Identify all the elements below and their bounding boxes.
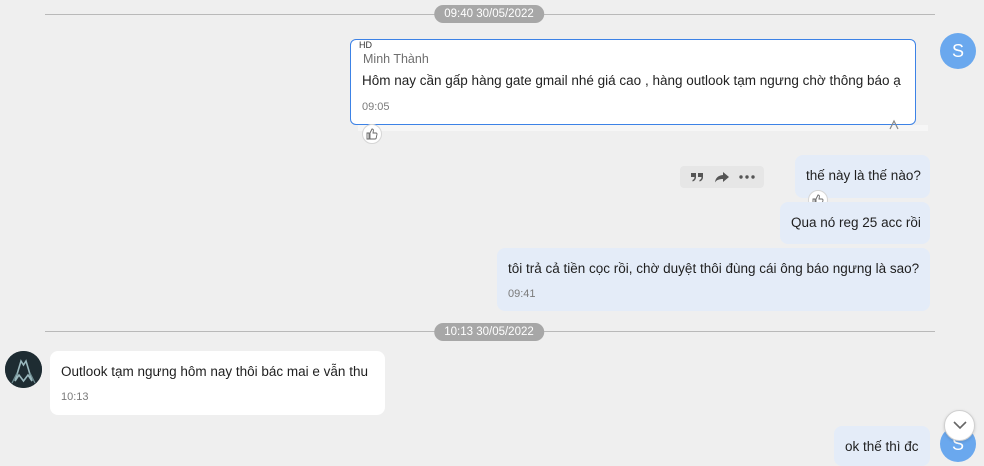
message-action-toolbar: [680, 166, 764, 188]
quote-time: 09:05: [362, 101, 390, 113]
message-text: Qua nó reg 25 acc rồi: [791, 215, 921, 230]
message-text: ok thế thì đc: [845, 439, 919, 454]
message-text: tôi trả cả tiền cọc rồi, chờ duyệt thôi …: [508, 261, 920, 276]
date-divider-label: 10:13 30/05/2022: [434, 323, 544, 341]
message-bubble-incoming[interactable]: Outlook tạm ngưng hôm nay thôi bác mai e…: [50, 351, 385, 415]
message-time: 10:13: [61, 391, 89, 403]
avatar-image-icon: [5, 351, 42, 388]
forward-icon[interactable]: [712, 168, 732, 186]
quote-tag: HD: [359, 40, 372, 50]
message-time: 09:41: [508, 288, 536, 300]
quote-text: Hôm nay cần gấp hàng gate gmail nhé giá …: [362, 73, 901, 88]
avatar[interactable]: S: [940, 33, 976, 69]
message-bubble-outgoing[interactable]: tôi trả cả tiền cọc rồi, chờ duyệt thôi …: [497, 248, 930, 311]
quote-footer: [358, 125, 928, 131]
quoted-message-card[interactable]: HD Minh Thành Hôm nay cần gấp hàng gate …: [350, 39, 916, 125]
scroll-to-bottom-button[interactable]: [944, 410, 975, 441]
chevron-down-icon: [952, 421, 967, 430]
like-reaction-button[interactable]: [362, 124, 382, 144]
thumbs-up-icon: [366, 128, 378, 140]
date-divider-label: 09:40 30/05/2022: [434, 5, 544, 23]
more-icon[interactable]: [737, 168, 757, 186]
pin-icon[interactable]: [886, 117, 902, 130]
message-text: thế này là thế nào?: [806, 168, 921, 183]
message-bubble-outgoing[interactable]: ok thế thì đc: [834, 426, 930, 466]
avatar-letter: S: [951, 41, 964, 61]
message-text: Outlook tạm ngưng hôm nay thôi bác mai e…: [61, 364, 368, 379]
message-bubble-outgoing[interactable]: Qua nó reg 25 acc rồi: [780, 202, 930, 244]
quote-sender-name: Minh Thành: [363, 52, 429, 66]
quote-icon[interactable]: [687, 168, 707, 186]
avatar[interactable]: [5, 351, 42, 388]
